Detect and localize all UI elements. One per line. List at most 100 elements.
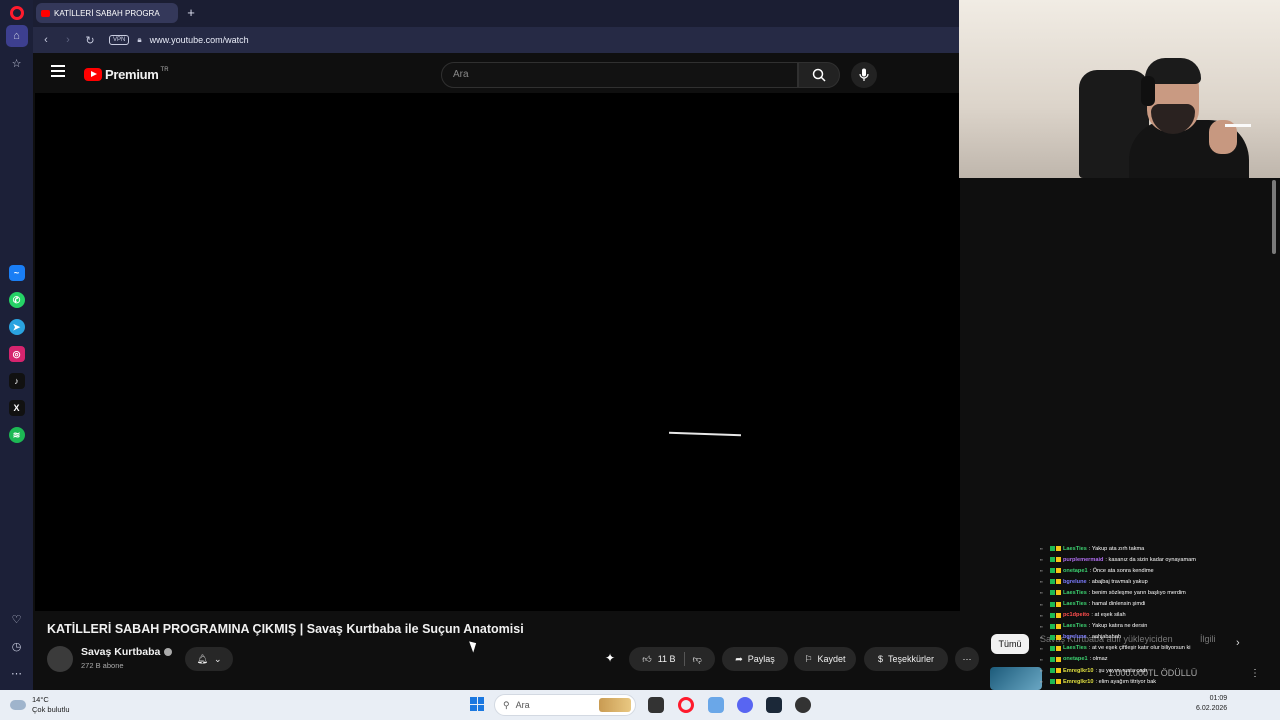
- channel-name[interactable]: Savaş Kurtbaba: [81, 646, 173, 658]
- more-icon[interactable]: ⋯: [6, 662, 28, 684]
- chat-username: onetape1: [1063, 656, 1088, 663]
- chat-username: bgrelune: [1063, 634, 1087, 641]
- chat-username: pc1dpeito: [1063, 612, 1090, 619]
- chat-username: LaesTies: [1063, 545, 1087, 552]
- hamburger-menu-icon[interactable]: [51, 65, 65, 79]
- steam-icon[interactable]: [766, 697, 782, 713]
- instagram-icon[interactable]: ◎: [8, 346, 25, 362]
- chat-timestamp-icon: ▪▪: [1040, 612, 1043, 618]
- mouse-cursor: [469, 639, 479, 653]
- chat-username: bgrelune: [1063, 578, 1087, 585]
- star-icon[interactable]: ☆: [6, 52, 28, 74]
- chat-badge-icon: [1056, 656, 1061, 662]
- stream-chat-overlay: ▪▪ LaesTies: Yakup ata zırh takma ▪▪ purple…: [1040, 543, 1276, 690]
- weather-widget[interactable]: 14°C Çok bulutlu: [10, 695, 70, 715]
- home-icon[interactable]: ⌂: [5, 25, 28, 47]
- chat-badge-icon: [1056, 634, 1061, 640]
- lock-icon[interactable]: 🔒︎: [137, 35, 141, 45]
- chat-badge-icon: [1056, 612, 1061, 618]
- chat-badge-icon: [1050, 590, 1055, 596]
- back-icon[interactable]: ‹: [37, 34, 55, 46]
- windows-start-icon[interactable]: [470, 697, 484, 711]
- search-icon: ⚲: [503, 699, 510, 710]
- search-input[interactable]: Ara: [441, 62, 798, 88]
- chat-badge-icon: [1050, 679, 1055, 685]
- app-taskbar-icon[interactable]: [708, 697, 724, 713]
- tiktok-icon[interactable]: ♪: [8, 373, 25, 389]
- chat-badge-icon: [1050, 568, 1055, 574]
- chat-badge-icon: [1050, 656, 1055, 662]
- save-button[interactable]: ⚐ Kaydet: [794, 647, 856, 671]
- subscriber-count: 272 B abone: [81, 661, 124, 670]
- like-count[interactable]: 11 B: [658, 654, 676, 664]
- clock-time: 01:09: [1209, 695, 1228, 702]
- like-icon[interactable]: 👍︎: [642, 654, 651, 665]
- chat-username: onetape1: [1063, 567, 1088, 574]
- chat-badge-icon: [1056, 623, 1061, 629]
- chat-badge-icon: [1050, 668, 1055, 674]
- chip-all[interactable]: Tümü: [991, 634, 1029, 654]
- chat-badge-icon: [1056, 546, 1061, 552]
- share-button[interactable]: ➦ Paylaş: [722, 647, 788, 671]
- chat-username: LaesTies: [1063, 645, 1087, 652]
- spotify-icon[interactable]: ≋: [8, 427, 25, 443]
- thanks-button[interactable]: $ Teşekkürler: [864, 647, 948, 671]
- discord-icon[interactable]: [737, 697, 753, 713]
- video-player[interactable]: [35, 93, 960, 611]
- reload-icon[interactable]: ↻: [81, 34, 99, 47]
- scrollbar[interactable]: [1272, 180, 1276, 254]
- chat-message: ▪▪ LaesTies: at ve eşek çiftleşir katır o…: [1040, 643, 1276, 654]
- share-icon: ➦: [735, 653, 743, 664]
- chat-badge-icon: [1056, 601, 1061, 607]
- chat-username: Emreglkr10: [1063, 667, 1094, 674]
- vpn-badge[interactable]: VPN: [109, 35, 130, 45]
- more-actions-button[interactable]: ⋯: [955, 647, 979, 671]
- chat-badge-icon: [1056, 557, 1061, 563]
- chat-text: : kasanız da sizin kadar oynayamam: [1105, 556, 1196, 563]
- video-thumbnail[interactable]: [990, 667, 1042, 690]
- history-icon[interactable]: ◷: [6, 635, 28, 657]
- x-icon[interactable]: X: [8, 400, 25, 416]
- chat-timestamp-icon: ▪▪: [1040, 634, 1043, 640]
- chat-username: LaesTies: [1063, 601, 1087, 608]
- telegram-icon[interactable]: ➤: [8, 319, 25, 335]
- chat-badge-icon: [1050, 579, 1055, 585]
- task-view-icon[interactable]: [648, 697, 664, 713]
- address-bar: ‹ › ↻ VPN 🔒︎ www.youtube.com/watch: [33, 27, 960, 53]
- youtube-play-icon: [84, 68, 102, 81]
- ai-sparkle-icon[interactable]: ✦: [605, 651, 615, 665]
- chat-message: ▪▪ purplemermaid: kasanız da sizin kadar …: [1040, 554, 1276, 565]
- chat-text: : Önce ata sonra kendime: [1089, 567, 1154, 574]
- tab-youtube[interactable]: KATİLLERİ SABAH PROGRA: [36, 3, 178, 23]
- chat-message: ▪▪ bgrelune: abajbaj travmalı yakup: [1040, 576, 1276, 587]
- voice-search-button[interactable]: [851, 62, 877, 88]
- channel-name-text[interactable]: Savaş Kurtbaba: [81, 646, 160, 658]
- chat-message: ▪▪ LaesTies: benim sözleşme yarın başlıyo…: [1040, 587, 1276, 598]
- dislike-icon[interactable]: 👎︎: [693, 654, 702, 665]
- chat-text: : at ve eşek çiftleşir katır olur biliyo…: [1088, 645, 1191, 652]
- messenger-icon[interactable]: ~: [8, 265, 25, 281]
- youtube-logo[interactable]: Premium TR: [84, 67, 169, 82]
- url-field[interactable]: www.youtube.com/watch: [150, 35, 249, 45]
- forward-icon[interactable]: ›: [59, 34, 77, 46]
- app-taskbar-icon-2[interactable]: [795, 697, 811, 713]
- whatsapp-icon[interactable]: ✆: [8, 292, 25, 308]
- channel-avatar[interactable]: [47, 646, 73, 672]
- system-clock[interactable]: 01:09 6.02.2026: [1196, 694, 1227, 714]
- opera-logo-icon[interactable]: [9, 6, 24, 20]
- chat-timestamp-icon: ▪▪: [1040, 546, 1043, 552]
- chat-username: LaesTies: [1063, 623, 1087, 630]
- chat-badge-icon: [1056, 679, 1061, 685]
- chat-text: : aahjabahah: [1088, 634, 1121, 641]
- chat-timestamp-icon: ▪▪: [1040, 668, 1043, 674]
- search-highlight-image: [599, 698, 631, 712]
- opera-taskbar-icon[interactable]: [678, 697, 694, 713]
- chat-message: ▪▪ LaesTies: hamal dinlensin şimdi: [1040, 598, 1276, 609]
- search-button[interactable]: [798, 62, 840, 88]
- taskbar-search[interactable]: ⚲ Ara: [494, 694, 636, 716]
- notification-bell-button[interactable]: 🔔︎ ⌄: [185, 647, 233, 671]
- new-tab-button[interactable]: +: [183, 5, 199, 21]
- heart-icon[interactable]: ♡: [6, 608, 28, 630]
- chevron-down-icon: ⌄: [213, 653, 222, 664]
- thanks-label: Teşekkürler: [888, 654, 935, 664]
